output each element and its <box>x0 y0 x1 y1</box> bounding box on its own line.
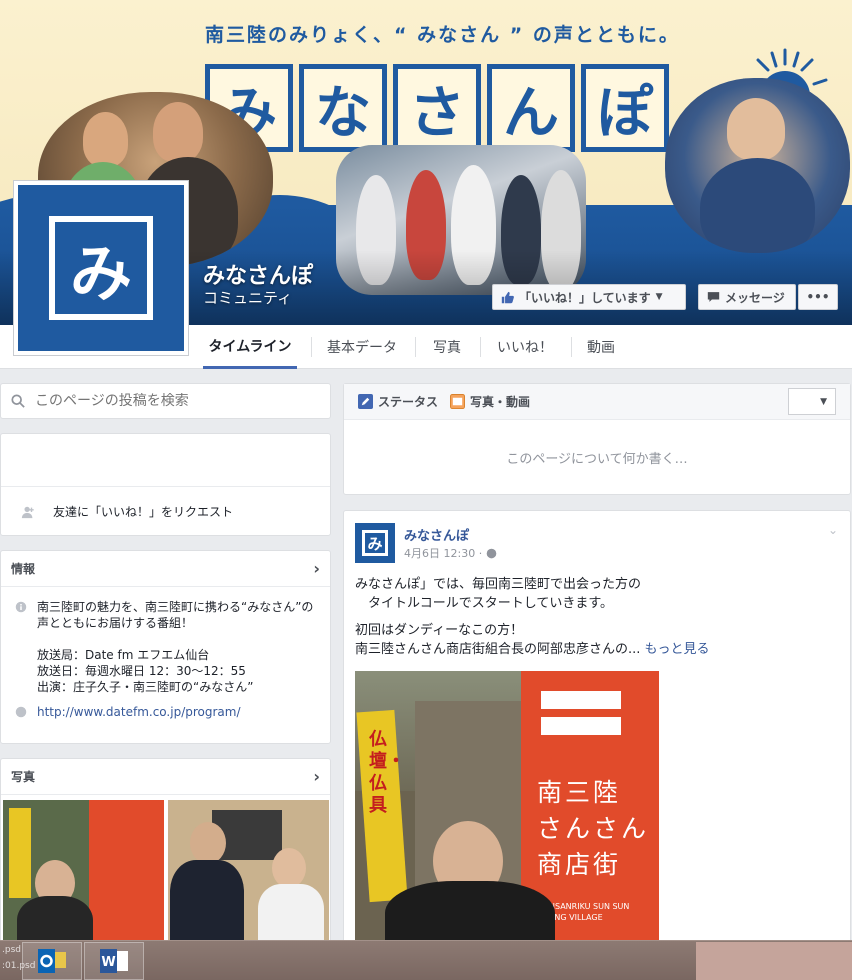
tab-divider <box>415 337 416 357</box>
globe-icon <box>486 548 497 558</box>
flag-banner-text: 仏壇・仏具 <box>369 729 405 816</box>
info-website: http://www.datefm.co.jp/program/ <box>1 695 330 719</box>
info-title: 情報 <box>11 562 36 576</box>
info-line: 放送日：毎週水曜日 12：30〜12：55 <box>37 664 246 678</box>
page-search <box>0 383 331 419</box>
cover-title-char: ぽ <box>581 64 669 152</box>
see-more-link[interactable]: もっと見る <box>645 642 710 657</box>
cover-title-char: ん <box>487 64 575 152</box>
photo-thumbnail[interactable] <box>3 800 164 950</box>
photo-video-icon <box>450 394 466 409</box>
invite-label: 友達に「いいね！」をリクエスト <box>53 505 234 519</box>
liked-label: 「いいね！」しています <box>519 290 651 305</box>
liked-button[interactable]: 「いいね！」しています ▼ <box>492 284 686 310</box>
composer-dropdown[interactable]: ▼ <box>788 388 836 415</box>
search-input[interactable] <box>35 393 315 409</box>
photo-thumbnail[interactable] <box>168 800 329 950</box>
info-about: 南三陸町の魅力を、南三陸町に携わる“みなさん”の 声とともにお届けする番組！ 放… <box>1 587 330 695</box>
post-text: みなさんぽ」では、毎回南三陸町で出会った方の タイトルコールでスタートしていきま… <box>355 575 845 659</box>
message-label: メッセージ <box>725 290 785 305</box>
info-line: 出演：庄子久子・南三陸町の“みなさん” <box>37 680 254 694</box>
post-time[interactable]: 4月6日 12:30 · <box>404 545 482 561</box>
os-taskbar: .psd :01.psd W <box>0 940 852 980</box>
more-dots-icon: ••• <box>806 290 830 304</box>
word-icon: W <box>100 949 128 973</box>
tab-photos[interactable]: 写真 <box>433 325 461 369</box>
chevron-right-icon: › <box>313 767 320 786</box>
post-author[interactable]: みなさんぽ <box>404 525 469 544</box>
message-button[interactable]: メッセージ <box>698 284 796 310</box>
tab-divider <box>571 337 572 357</box>
timeline-post: み みなさんぽ 4月6日 12:30 · ⌄ みなさんぽ」では、毎回南三陸町で出… <box>343 510 851 950</box>
word-task-button[interactable]: W <box>84 942 144 980</box>
search-icon <box>11 394 25 408</box>
profile-logo: み <box>18 185 184 351</box>
info-header[interactable]: 情報 › <box>1 551 330 587</box>
post-line-last: 南三陸さんさん商店街組合長の阿部忠彦さんの... もっと見る <box>355 642 710 657</box>
shop-banner-text: 南三陸 さんさん 商店街 <box>537 778 650 879</box>
tab-videos[interactable]: 動画 <box>587 325 615 369</box>
taskbar-preview-tile[interactable] <box>696 942 852 980</box>
post-line: 初回はダンディーなこの方！ <box>355 623 524 638</box>
composer-photo-tab[interactable]: 写真・動画 <box>450 393 530 410</box>
website-link[interactable]: http://www.datefm.co.jp/program/ <box>37 705 241 719</box>
page-category[interactable]: コミュニティ <box>203 287 292 308</box>
profile-logo-text: み <box>49 216 153 320</box>
pencil-icon <box>358 394 373 409</box>
caret-down-icon: ▼ <box>820 396 827 407</box>
info-line: 放送局：Date fm エフエム仙台 <box>37 648 210 662</box>
speech-bubble-icon <box>707 292 720 302</box>
tab-about[interactable]: 基本データ <box>327 325 397 369</box>
photos-header[interactable]: 写真 › <box>1 759 330 795</box>
more-button[interactable]: ••• <box>798 284 838 310</box>
outlook-icon <box>38 949 66 973</box>
post-line: タイトルコールでスタートしていきます。 <box>355 596 614 611</box>
thumbs-up-icon <box>501 291 514 303</box>
cover-title: み な さ ん ぽ <box>205 64 669 152</box>
post-photo[interactable]: 仏壇・仏具 南三陸 さんさん 商店街 MINAMISANRIKU SUN SUN… <box>355 671 659 949</box>
info-line <box>37 631 313 647</box>
info-line: 声とともにお届けする番組！ <box>37 616 194 630</box>
globe-icon <box>15 706 27 718</box>
svg-text:W: W <box>101 955 115 970</box>
profile-picture[interactable]: み <box>13 180 189 356</box>
status-label: ステータス <box>378 395 439 409</box>
info-circle-icon <box>15 601 27 613</box>
cover-tagline: 南三陸のみりょく、“ みなさん ” の声とともに。 <box>205 24 680 46</box>
info-line: 南三陸町の魅力を、南三陸町に携わる“みなさん”の <box>37 600 314 614</box>
tab-likes[interactable]: いいね！ <box>497 325 553 369</box>
tab-divider <box>311 337 312 357</box>
chevron-right-icon: › <box>313 559 320 578</box>
post-timestamp: 4月6日 12:30 · <box>404 545 497 561</box>
post-composer: ステータス 写真・動画 ▼ このページについて何か書く… <box>343 383 851 495</box>
post-avatar-logo: み <box>362 530 388 556</box>
composer-tabs: ステータス 写真・動画 ▼ <box>344 384 850 420</box>
photos-card: 写真 › <box>0 758 331 950</box>
invite-friends-row[interactable]: 友達に「いいね！」をリクエスト <box>1 486 330 536</box>
caret-down-icon: ▼ <box>655 292 663 302</box>
photos-title: 写真 <box>11 770 36 784</box>
photo-video-label: 写真・動画 <box>470 395 531 409</box>
composer-input[interactable]: このページについて何か書く… <box>344 420 850 467</box>
post-line: みなさんぽ」では、毎回南三陸町で出会った方の <box>355 577 642 592</box>
tab-timeline[interactable]: タイムライン <box>203 325 297 369</box>
cover-title-char: な <box>299 64 387 152</box>
outlook-task-button[interactable] <box>22 942 82 980</box>
page-title[interactable]: みなさんぽ <box>203 258 313 290</box>
cover-photo-woman <box>665 78 850 253</box>
composer-status-tab[interactable]: ステータス <box>358 393 438 410</box>
info-card: 情報 › 南三陸町の魅力を、南三陸町に携わる“みなさん”の 声とともにお届けする… <box>0 550 331 744</box>
post-options-icon[interactable]: ⌄ <box>828 523 838 537</box>
invite-card: 友達に「いいね！」をリクエスト <box>0 433 331 536</box>
invite-friend-icon <box>21 506 34 518</box>
tab-divider <box>480 337 481 357</box>
cover-title-char: さ <box>393 64 481 152</box>
post-avatar[interactable]: み <box>355 523 395 563</box>
